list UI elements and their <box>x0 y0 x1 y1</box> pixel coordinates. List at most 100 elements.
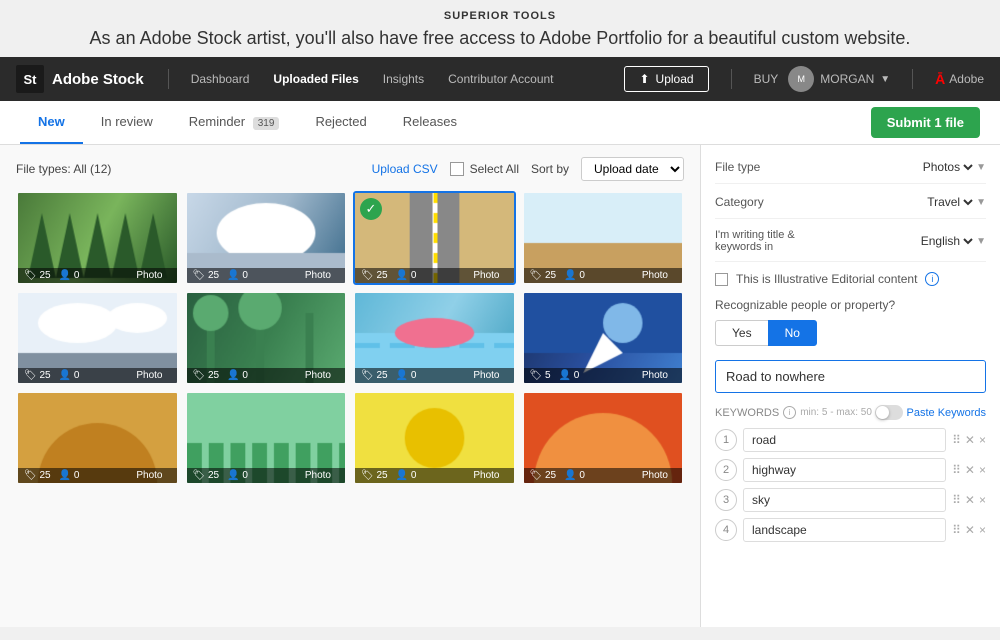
info-icon-kw[interactable]: i <box>783 406 796 419</box>
toggle-track[interactable] <box>875 405 903 420</box>
right-panel: File type Photos ▼ Category Travel ▼ I'm… <box>700 145 1000 627</box>
toolbar-right: Upload CSV Select All Sort by Upload dat… <box>372 157 684 181</box>
tile-people: 👤 0 <box>59 270 80 281</box>
image-tile[interactable]: 🏷 25👤 0Photo <box>16 291 179 385</box>
keyword-actions: ⠿ ✕ × <box>952 493 986 507</box>
tile-type: Photo <box>473 270 499 281</box>
keyword-row: 3 ⠿ ✕ × <box>715 488 986 512</box>
expand-icon[interactable]: ✕ <box>965 493 975 507</box>
select-all[interactable]: Select All <box>450 162 519 176</box>
sort-select[interactable]: Upload date <box>581 157 684 181</box>
tile-tags: 🏷 25 <box>361 270 388 281</box>
avatar: M <box>788 66 814 92</box>
nav-contributor-account[interactable]: Contributor Account <box>438 66 563 92</box>
delete-icon[interactable]: × <box>979 493 986 507</box>
tile-type: Photo <box>473 370 499 381</box>
nav-uploaded-files[interactable]: Uploaded Files <box>263 66 368 92</box>
tab-rejected[interactable]: Rejected <box>297 102 384 144</box>
image-grid: 🏷 25👤 0Photo🏷 25👤 0Photo✓🏷 25👤 0Photo🏷 2… <box>16 191 684 485</box>
drag-icon[interactable]: ⠿ <box>952 523 961 537</box>
delete-icon[interactable]: × <box>979 463 986 477</box>
tab-new[interactable]: New <box>20 102 83 144</box>
tile-type: Photo <box>473 470 499 481</box>
tile-people: 👤 0 <box>227 470 248 481</box>
buy-link[interactable]: BUY <box>754 72 779 86</box>
nav-dashboard[interactable]: Dashboard <box>181 66 260 92</box>
navbar: St Adobe Stock Dashboard Uploaded Files … <box>0 57 1000 101</box>
illustrative-checkbox[interactable] <box>715 273 728 286</box>
image-tile[interactable]: 🏷 25👤 0Photo <box>185 391 348 485</box>
brand-name: Adobe Stock <box>52 71 144 88</box>
paste-keywords-button[interactable]: Paste Keywords <box>875 405 986 420</box>
tile-selected-check: ✓ <box>360 198 382 220</box>
nav-insights[interactable]: Insights <box>373 66 434 92</box>
image-tile[interactable]: 🏷 25👤 0Photo <box>185 291 348 385</box>
keyword-num: 4 <box>715 519 737 541</box>
delete-icon[interactable]: × <box>979 523 986 537</box>
tile-footer: 🏷 25👤 0Photo <box>524 268 683 283</box>
image-tile[interactable]: 🏷 25👤 0Photo <box>185 191 348 285</box>
image-tile[interactable]: 🏷 5👤 0Photo <box>522 291 685 385</box>
drag-icon[interactable]: ⠿ <box>952 433 961 447</box>
submit-button[interactable]: Submit 1 file <box>871 107 980 138</box>
select-all-checkbox[interactable] <box>450 162 464 176</box>
tile-people: 👤 0 <box>396 270 417 281</box>
image-tile[interactable]: 🏷 25👤 0Photo <box>522 191 685 285</box>
keywords-container: 1 ⠿ ✕ × 2 ⠿ ✕ × 3 ⠿ ✕ × 4 ⠿ ✕ × <box>715 428 986 542</box>
no-button[interactable]: No <box>768 320 817 346</box>
language-label: I'm writing title & keywords in <box>715 229 835 253</box>
user-info[interactable]: M MORGAN ▼ <box>788 66 890 92</box>
illustrative-label: This is Illustrative Editorial content <box>736 272 917 286</box>
keyword-input[interactable] <box>743 488 946 512</box>
file-type-select[interactable]: Photos <box>835 159 976 175</box>
content-area: File types: All (12) Upload CSV Select A… <box>0 145 1000 627</box>
language-select[interactable]: English <box>835 233 976 249</box>
tile-people: 👤 0 <box>227 370 248 381</box>
keyword-row: 4 ⠿ ✕ × <box>715 518 986 542</box>
yes-button[interactable]: Yes <box>715 320 768 346</box>
tabs-bar: New In review Reminder 319 Rejected Rele… <box>0 101 1000 145</box>
tile-footer: 🏷 5👤 0Photo <box>524 368 683 383</box>
tab-in-review[interactable]: In review <box>83 102 171 144</box>
category-select[interactable]: Travel <box>835 194 976 210</box>
drag-icon[interactable]: ⠿ <box>952 493 961 507</box>
upload-csv-button[interactable]: Upload CSV <box>372 162 438 176</box>
image-tile[interactable]: 🏷 25👤 0Photo <box>353 391 516 485</box>
expand-icon[interactable]: ✕ <box>965 523 975 537</box>
user-name: MORGAN <box>820 72 874 86</box>
keyword-input[interactable] <box>743 518 946 542</box>
tile-tags: 🏷 25 <box>193 270 220 281</box>
tile-footer: 🏷 25👤 0Photo <box>187 468 346 483</box>
tile-footer: 🏷 25👤 0Photo <box>355 468 514 483</box>
keyword-input[interactable] <box>743 458 946 482</box>
delete-icon[interactable]: × <box>979 433 986 447</box>
file-type-label: File type <box>715 160 835 174</box>
keywords-header: KEYWORDS i min: 5 - max: 50 Paste Keywor… <box>715 405 986 420</box>
tab-releases[interactable]: Releases <box>385 102 475 144</box>
image-tile[interactable]: ✓ 🏷 25 👤 0 Photo <box>353 191 516 285</box>
tile-people: 👤 0 <box>59 370 80 381</box>
title-input[interactable] <box>715 360 986 393</box>
toggle-switch[interactable] <box>875 405 903 420</box>
tile-footer: 🏷 25👤 0Photo <box>18 468 177 483</box>
drag-icon[interactable]: ⠿ <box>952 463 961 477</box>
image-tile[interactable]: 🏷 25👤 0Photo <box>16 191 179 285</box>
expand-icon[interactable]: ✕ <box>965 463 975 477</box>
category-row: Category Travel ▼ <box>715 194 986 219</box>
image-tile[interactable]: 🏷 25👤 0Photo <box>353 291 516 385</box>
tile-tags: 🏷 25 <box>361 470 388 481</box>
file-type-filter[interactable]: File types: All (12) <box>16 162 111 176</box>
info-icon[interactable]: i <box>925 272 939 286</box>
expand-icon[interactable]: ✕ <box>965 433 975 447</box>
file-type-row: File type Photos ▼ <box>715 159 986 184</box>
tile-people: 👤 0 <box>564 270 585 281</box>
adobe-logo: Ā Adobe <box>935 71 984 87</box>
image-tile[interactable]: 🏷 25👤 0Photo <box>16 391 179 485</box>
tile-type: Photo <box>305 270 331 281</box>
tab-reminder[interactable]: Reminder 319 <box>171 102 298 144</box>
upload-button[interactable]: ⬆ Upload <box>624 66 708 92</box>
chevron-down-icon: ▼ <box>880 74 890 85</box>
keyword-input[interactable] <box>743 428 946 452</box>
tile-people: 👤 0 <box>564 470 585 481</box>
image-tile[interactable]: 🏷 25👤 0Photo <box>522 391 685 485</box>
